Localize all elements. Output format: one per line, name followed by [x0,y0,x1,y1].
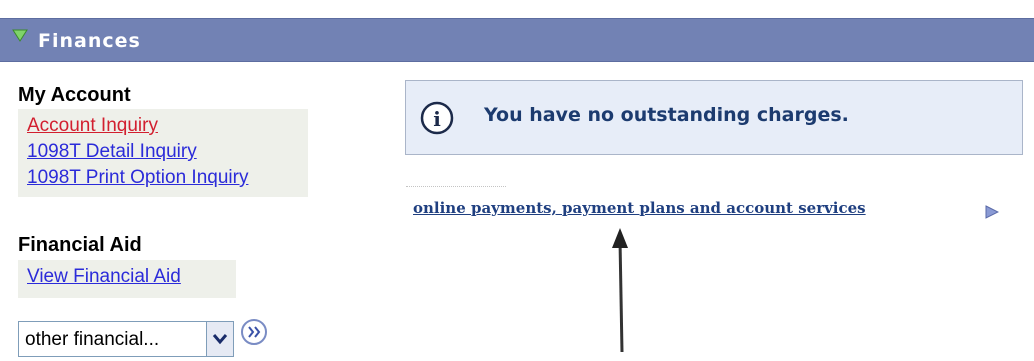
financial-aid-title: Financial Aid [18,234,142,256]
my-account-title: My Account [18,84,131,106]
svg-text:i: i [433,107,441,131]
other-financial-select[interactable]: other financial... [18,321,234,357]
finances-header[interactable]: Finances [0,18,1034,62]
annotation-arrow-icon [612,228,628,353]
view-financial-aid-link[interactable]: View Financial Aid [18,264,236,290]
go-double-arrow-icon[interactable] [240,318,268,346]
chevron-down-icon [212,334,228,345]
message-text: You have no outstanding charges. [484,104,849,126]
my-account-links: Account Inquiry 1098T Detail Inquiry 109… [18,109,308,197]
online-payments-link[interactable]: online payments, payment plans and accou… [413,199,866,217]
account-inquiry-link[interactable]: Account Inquiry [18,113,308,139]
financial-aid-links: View Financial Aid [18,260,236,298]
divider [406,186,506,189]
select-dropdown-button[interactable] [206,322,233,356]
no-charges-message: i You have no outstanding charges. [405,80,1023,155]
info-icon: i [420,101,454,135]
play-arrow-icon[interactable] [985,205,999,219]
header-title: Finances [38,30,141,52]
select-value: other financial... [25,329,160,350]
collapse-triangle-icon[interactable] [12,29,28,43]
1098t-detail-inquiry-link[interactable]: 1098T Detail Inquiry [18,139,308,165]
1098t-print-option-inquiry-link[interactable]: 1098T Print Option Inquiry [18,165,308,191]
